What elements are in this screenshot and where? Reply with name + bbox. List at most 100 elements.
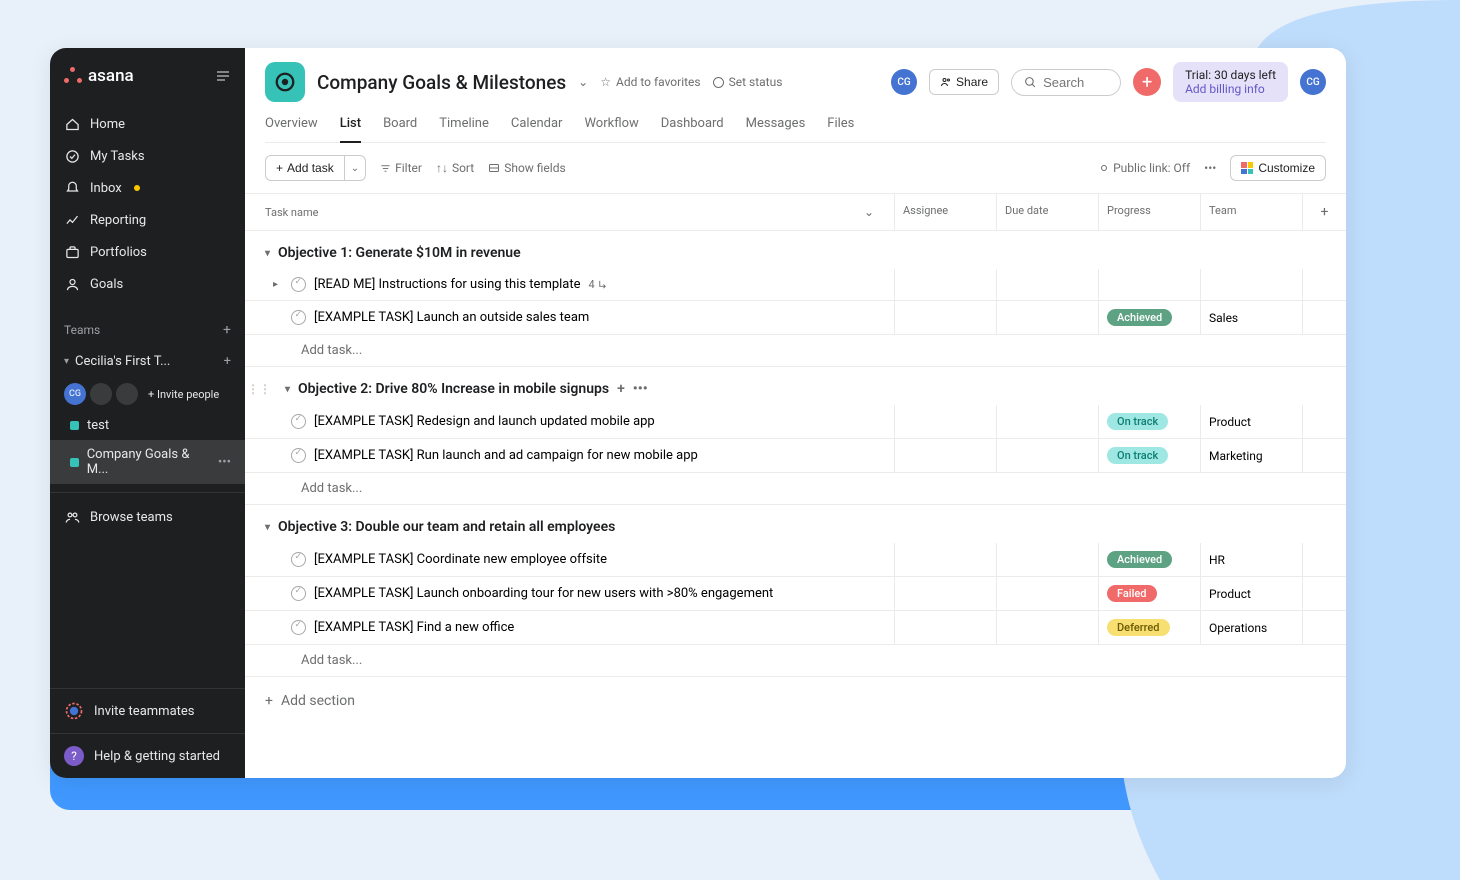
share-button[interactable]: Share [929, 69, 999, 95]
task-row[interactable]: [EXAMPLE TASK] Run launch and ad campaig… [245, 439, 1346, 473]
progress-cell[interactable] [1098, 269, 1200, 300]
add-task-inline[interactable]: Add task... [245, 473, 1346, 505]
add-billing-link[interactable]: Add billing info [1185, 82, 1276, 96]
due-date-cell[interactable] [996, 439, 1098, 472]
set-status[interactable]: Set status [713, 75, 783, 89]
due-date-cell[interactable] [996, 577, 1098, 610]
tab-list[interactable]: List [340, 116, 361, 143]
progress-pill[interactable]: Achieved [1107, 309, 1172, 326]
tab-messages[interactable]: Messages [746, 116, 806, 142]
progress-pill[interactable]: On track [1107, 413, 1168, 430]
search-input[interactable] [1043, 75, 1113, 90]
nav-inbox[interactable]: Inbox [50, 172, 245, 204]
progress-cell[interactable]: Achieved [1098, 301, 1200, 334]
project-more-icon[interactable]: ••• [218, 455, 231, 470]
tab-dashboard[interactable]: Dashboard [661, 116, 724, 142]
add-task-button[interactable]: + Add task [265, 155, 345, 181]
tab-overview[interactable]: Overview [265, 116, 318, 142]
public-link-toggle[interactable]: Public link: Off [1101, 161, 1190, 175]
avatar-empty[interactable] [116, 383, 138, 405]
task-row[interactable]: ▸[READ ME] Instructions for using this t… [245, 269, 1346, 301]
project-title[interactable]: Company Goals & Milestones [317, 71, 566, 94]
collapse-section-icon[interactable]: ▾ [265, 248, 270, 259]
progress-cell[interactable]: Achieved [1098, 543, 1200, 576]
column-due-date[interactable]: Due date [996, 194, 1098, 230]
nav-goals[interactable]: Goals [50, 268, 245, 300]
progress-cell[interactable]: Failed [1098, 577, 1200, 610]
add-to-favorites[interactable]: ☆ Add to favorites [600, 75, 700, 89]
task-row[interactable]: [EXAMPLE TASK] Redesign and launch updat… [245, 405, 1346, 439]
tab-workflow[interactable]: Workflow [584, 116, 638, 142]
invite-teammates[interactable]: Invite teammates [50, 688, 245, 733]
drag-handle-icon[interactable]: ⋮⋮ [247, 382, 271, 396]
complete-task-checkbox[interactable] [291, 414, 306, 429]
due-date-cell[interactable] [996, 301, 1098, 334]
team-item[interactable]: ▾ Cecilia's First T... + [50, 346, 245, 377]
project-item-company-goals[interactable]: Company Goals & M... ••• [50, 440, 245, 484]
nav-reporting[interactable]: Reporting [50, 204, 245, 236]
add-to-team-button[interactable]: + [224, 354, 231, 369]
collapse-sidebar-icon[interactable] [215, 68, 231, 84]
chevron-down-icon[interactable]: ⌄ [864, 205, 874, 219]
team-cell[interactable]: HR [1200, 543, 1302, 576]
filter-button[interactable]: Filter [380, 161, 422, 175]
progress-pill[interactable]: On track [1107, 447, 1168, 464]
due-date-cell[interactable] [996, 405, 1098, 438]
task-row[interactable]: [EXAMPLE TASK] Launch an outside sales t… [245, 301, 1346, 335]
user-avatar[interactable]: CG [1300, 69, 1326, 95]
tab-files[interactable]: Files [827, 116, 854, 142]
nav-portfolios[interactable]: Portfolios [50, 236, 245, 268]
progress-pill[interactable]: Deferred [1107, 619, 1170, 636]
task-row[interactable]: [EXAMPLE TASK] Coordinate new employee o… [245, 543, 1346, 577]
section-header[interactable]: ⋮⋮▾Objective 2: Drive 80% Increase in mo… [245, 367, 1346, 405]
assignee-cell[interactable] [894, 301, 996, 334]
assignee-cell[interactable] [894, 543, 996, 576]
collapse-section-icon[interactable]: ▾ [285, 384, 290, 395]
complete-task-checkbox[interactable] [291, 448, 306, 463]
assignee-cell[interactable] [894, 269, 996, 300]
help-getting-started[interactable]: ? Help & getting started [50, 733, 245, 778]
avatar-empty[interactable] [90, 383, 112, 405]
section-header[interactable]: ▾Objective 3: Double our team and retain… [245, 505, 1346, 543]
due-date-cell[interactable] [996, 269, 1098, 300]
team-cell[interactable]: Marketing [1200, 439, 1302, 472]
progress-cell[interactable]: On track [1098, 405, 1200, 438]
browse-teams[interactable]: Browse teams [50, 501, 245, 533]
team-cell[interactable]: Operations [1200, 611, 1302, 644]
assignee-cell[interactable] [894, 405, 996, 438]
assignee-cell[interactable] [894, 577, 996, 610]
due-date-cell[interactable] [996, 543, 1098, 576]
task-row[interactable]: [EXAMPLE TASK] Find a new officeDeferred… [245, 611, 1346, 645]
task-row[interactable]: [EXAMPLE TASK] Launch onboarding tour fo… [245, 577, 1346, 611]
team-cell[interactable]: Product [1200, 405, 1302, 438]
invite-people-link[interactable]: + Invite people [148, 388, 219, 401]
team-cell[interactable] [1200, 269, 1302, 300]
global-add-button[interactable]: + [1133, 68, 1161, 96]
column-task-name[interactable]: Task name⌄ [245, 194, 894, 230]
column-progress[interactable]: Progress [1098, 194, 1200, 230]
team-cell[interactable]: Sales [1200, 301, 1302, 334]
customize-button[interactable]: Customize [1230, 155, 1326, 181]
section-header[interactable]: ▾Objective 1: Generate $10M in revenue [245, 231, 1346, 269]
tab-timeline[interactable]: Timeline [439, 116, 489, 142]
member-avatar[interactable]: CG [891, 69, 917, 95]
project-item-test[interactable]: test [50, 411, 245, 440]
logo[interactable]: asana [64, 66, 134, 86]
complete-task-checkbox[interactable] [291, 310, 306, 325]
search-box[interactable] [1011, 69, 1121, 96]
nav-home[interactable]: Home [50, 108, 245, 140]
expand-task-icon[interactable]: ▸ [273, 279, 283, 290]
complete-task-checkbox[interactable] [291, 277, 306, 292]
collapse-section-icon[interactable]: ▾ [265, 522, 270, 533]
assignee-cell[interactable] [894, 611, 996, 644]
nav-my-tasks[interactable]: My Tasks [50, 140, 245, 172]
add-task-dropdown[interactable]: ⌄ [345, 155, 366, 181]
tab-board[interactable]: Board [383, 116, 417, 142]
team-cell[interactable]: Product [1200, 577, 1302, 610]
due-date-cell[interactable] [996, 611, 1098, 644]
show-fields-button[interactable]: Show fields [488, 161, 565, 175]
add-task-inline[interactable]: Add task... [245, 645, 1346, 677]
add-column-button[interactable]: + [1302, 194, 1346, 230]
progress-cell[interactable]: Deferred [1098, 611, 1200, 644]
progress-cell[interactable]: On track [1098, 439, 1200, 472]
